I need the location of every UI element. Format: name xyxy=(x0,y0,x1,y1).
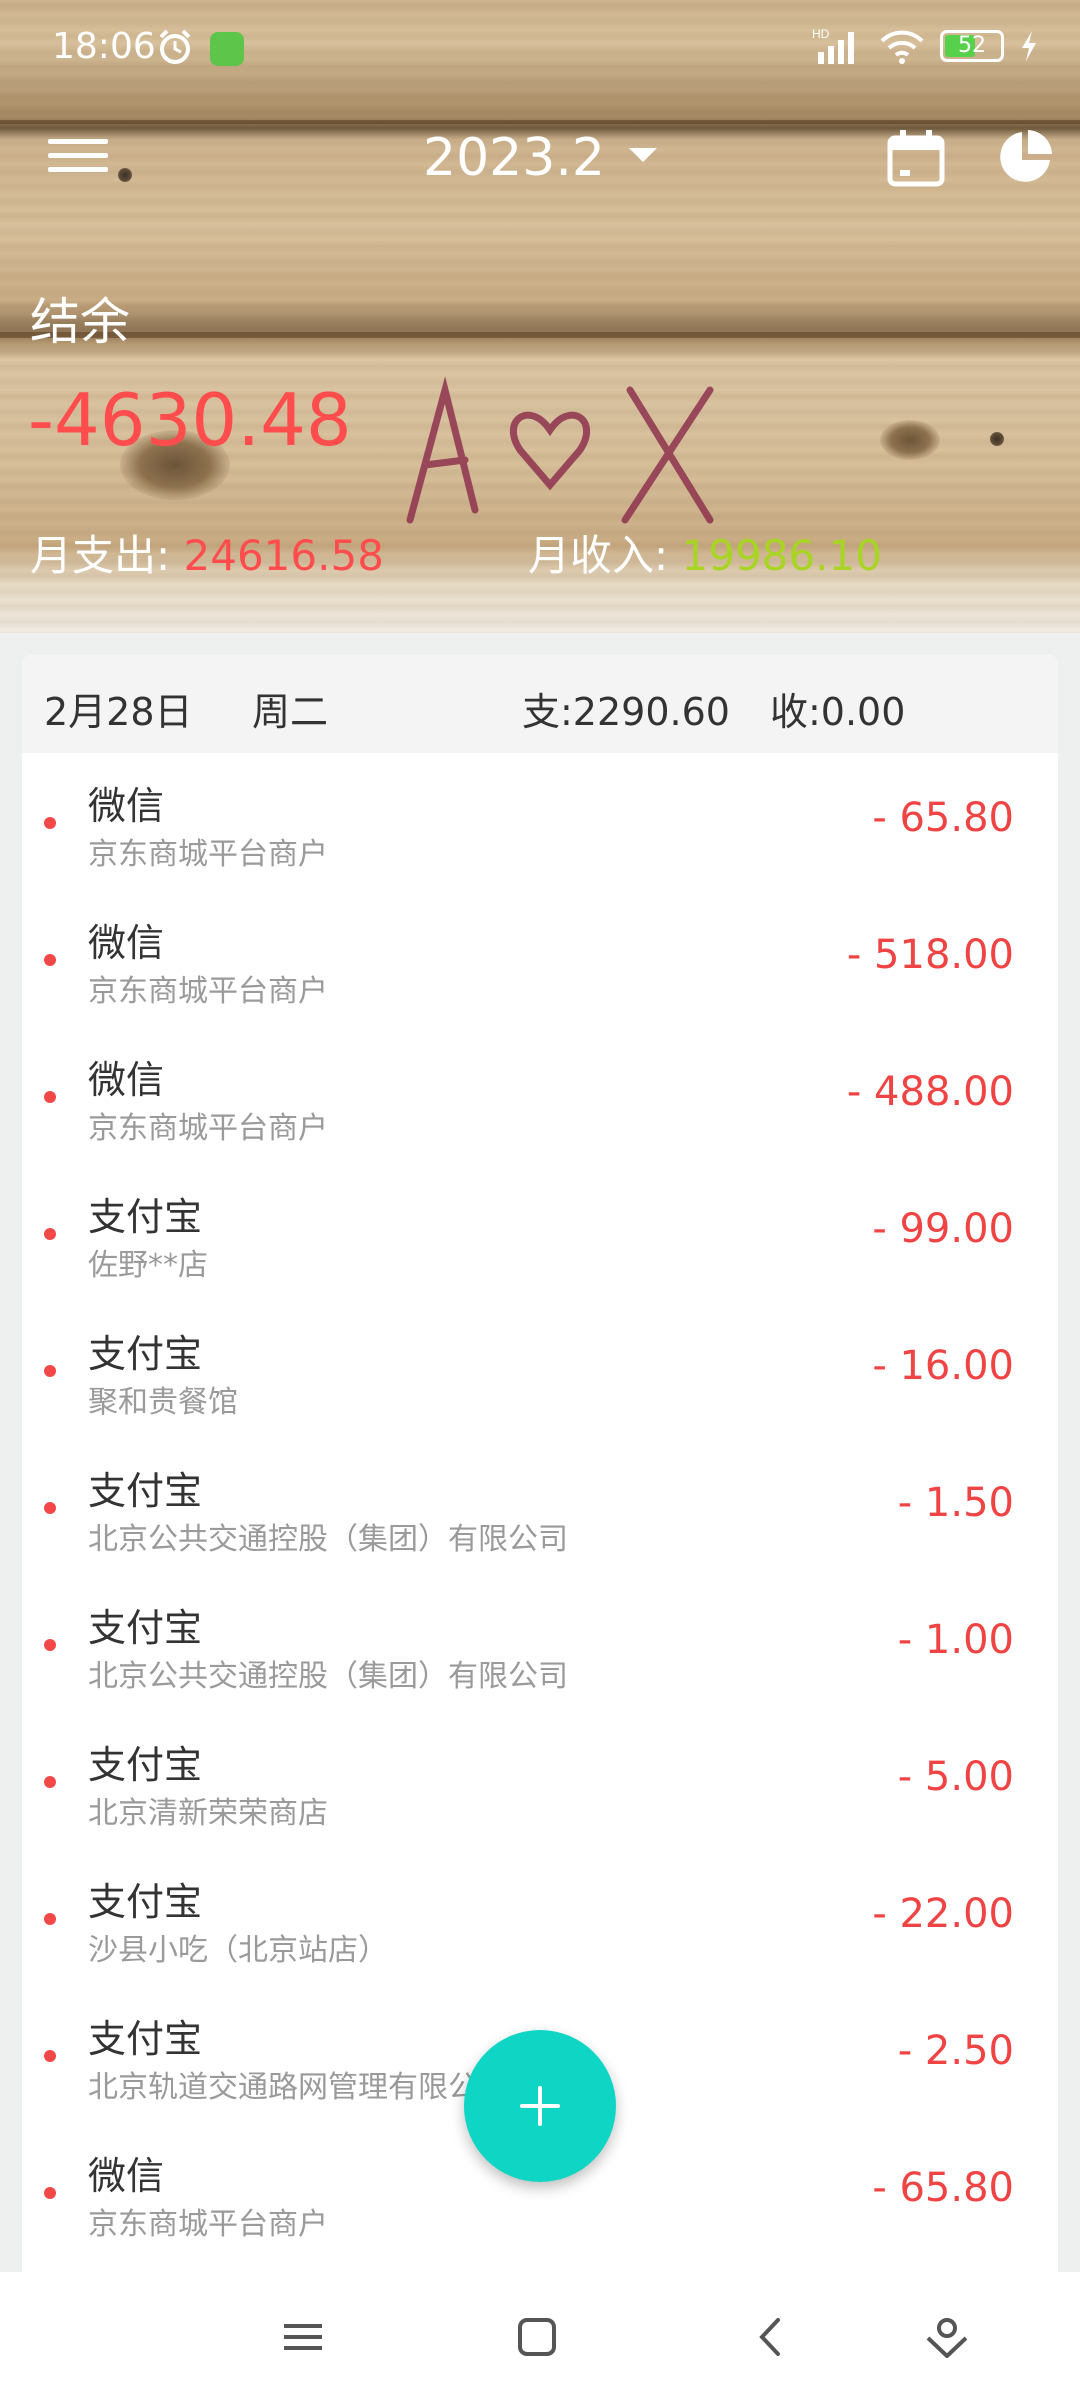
expense-dot xyxy=(44,1776,56,1788)
transaction-amount: - 1.50 xyxy=(897,1480,1014,1526)
status-time: 18:06 xyxy=(52,26,156,67)
transaction-source: 微信 xyxy=(88,784,165,828)
expense-dot xyxy=(44,2050,56,2062)
month-income: 月收入: 19986.10 xyxy=(528,522,882,583)
transaction-amount: - 16.00 xyxy=(872,1343,1014,1389)
graffiti-decoration xyxy=(406,376,714,524)
transaction-source: 支付宝 xyxy=(88,1880,203,1924)
transaction-amount: - 5.00 xyxy=(897,1754,1014,1800)
signal-icon: HD xyxy=(812,27,854,64)
expense-dot xyxy=(44,1502,56,1514)
transaction-source: 支付宝 xyxy=(88,1469,203,1513)
transaction-row[interactable]: 支付宝 聚和贵餐馆 - 16.00 xyxy=(22,1301,1058,1438)
transaction-amount: - 99.00 xyxy=(872,1206,1014,1252)
day-income: 收:0.00 xyxy=(770,690,906,734)
transaction-merchant: 北京公共交通控股（集团）有限公司 xyxy=(88,1659,568,1694)
transaction-amount: - 1.00 xyxy=(897,1617,1014,1663)
expense-dot xyxy=(44,1228,56,1240)
transaction-source: 微信 xyxy=(88,1058,165,1102)
transaction-amount: - 22.00 xyxy=(872,1891,1014,1937)
expense-dot xyxy=(44,2187,56,2199)
app-notification-icon xyxy=(210,32,244,66)
plank-seam xyxy=(0,332,1080,338)
wifi-icon xyxy=(880,30,924,64)
day-expense: 支:2290.60 xyxy=(522,690,730,734)
transaction-merchant: 北京清新荣荣商店 xyxy=(88,1796,328,1831)
home-icon[interactable] xyxy=(512,2312,562,2362)
pie-chart-icon[interactable] xyxy=(996,128,1054,186)
transaction-source: 支付宝 xyxy=(88,1743,203,1787)
transaction-row[interactable]: 微信 京东商城平台商户 - 488.00 xyxy=(22,1027,1058,1164)
expense-dot xyxy=(44,1091,56,1103)
transaction-source: 微信 xyxy=(88,2154,165,2198)
day-weekday: 周二 xyxy=(252,690,329,734)
transaction-merchant: 京东商城平台商户 xyxy=(88,1111,328,1146)
transaction-merchant: 佐野**店 xyxy=(88,1248,208,1283)
transaction-amount: - 65.80 xyxy=(872,2165,1014,2211)
transaction-merchant: 北京公共交通控股（集团）有限公司 xyxy=(88,1522,568,1557)
expense-dot xyxy=(44,1639,56,1651)
month-income-label: 月收入: xyxy=(528,531,669,580)
transaction-row[interactable]: 支付宝 沙县小吃（北京站店） - 22.00 xyxy=(22,1849,1058,1986)
battery-icon: 52 xyxy=(940,30,1004,62)
expense-dot xyxy=(44,1913,56,1925)
transaction-source: 支付宝 xyxy=(88,2017,203,2061)
month-expense: 月支出: 24616.58 xyxy=(30,522,384,583)
chevron-down-icon xyxy=(628,148,657,162)
transaction-source: 微信 xyxy=(88,921,165,965)
transaction-merchant: 沙县小吃（北京站店） xyxy=(88,1933,388,1968)
transaction-merchant: 聚和贵餐馆 xyxy=(88,1385,238,1420)
month-title: 2023.2 xyxy=(423,128,605,188)
transaction-amount: - 488.00 xyxy=(846,1069,1014,1115)
status-bar: 18:06 HD 52 xyxy=(0,0,1080,96)
transaction-row[interactable]: 微信 京东商城平台商户 - 65.80 xyxy=(22,753,1058,890)
balance-value: -4630.48 xyxy=(28,378,352,462)
transaction-amount: - 65.80 xyxy=(872,795,1014,841)
nail xyxy=(990,432,1004,446)
transaction-merchant: 京东商城平台商户 xyxy=(88,837,328,872)
expense-dot xyxy=(44,954,56,966)
month-expense-label: 月支出: xyxy=(30,531,171,580)
day-date: 2月28日 xyxy=(44,690,193,734)
day-header: 2月28日 周二 支:2290.60 收:0.00 xyxy=(22,655,1058,753)
back-icon[interactable] xyxy=(746,2312,796,2362)
balance-label: 结余 xyxy=(30,293,130,351)
battery-level: 52 xyxy=(958,33,986,58)
transaction-row[interactable]: 支付宝 佐野**店 - 99.00 xyxy=(22,1164,1058,1301)
charging-icon xyxy=(1022,31,1036,61)
system-nav-bar xyxy=(0,2272,1080,2400)
calendar-icon[interactable] xyxy=(886,128,946,188)
transaction-merchant: 京东商城平台商户 xyxy=(88,2207,328,2242)
month-expense-value: 24616.58 xyxy=(183,531,384,580)
transaction-source: 支付宝 xyxy=(88,1195,203,1239)
alarm-icon xyxy=(159,29,191,64)
transaction-row[interactable]: 支付宝 北京公共交通控股（集团）有限公司 - 1.00 xyxy=(22,1575,1058,1712)
transaction-amount: - 518.00 xyxy=(846,932,1014,978)
transaction-row[interactable]: 微信 京东商城平台商户 - 518.00 xyxy=(22,890,1058,1027)
expense-dot xyxy=(44,817,56,829)
transaction-source: 支付宝 xyxy=(88,1606,203,1650)
transaction-source: 支付宝 xyxy=(88,1332,203,1376)
toolbar: 2023.2 xyxy=(0,110,1080,206)
transaction-merchant: 京东商城平台商户 xyxy=(88,974,328,1009)
month-income-value: 19986.10 xyxy=(681,531,882,580)
transaction-amount: - 2.50 xyxy=(897,2028,1014,2074)
wood-knot xyxy=(880,420,940,460)
svg-text:HD: HD xyxy=(812,27,830,41)
transaction-row[interactable]: 支付宝 北京公共交通控股（集团）有限公司 - 1.50 xyxy=(22,1438,1058,1575)
transaction-merchant: 北京轨道交通路网管理有限公司 xyxy=(88,2070,508,2105)
recent-apps-icon[interactable] xyxy=(278,2312,328,2362)
plus-icon xyxy=(538,2086,542,2126)
expense-dot xyxy=(44,1365,56,1377)
transaction-row[interactable]: 支付宝 北京清新荣荣商店 - 5.00 xyxy=(22,1712,1058,1849)
add-record-button[interactable] xyxy=(464,2030,616,2182)
assistant-icon[interactable] xyxy=(922,2312,972,2362)
